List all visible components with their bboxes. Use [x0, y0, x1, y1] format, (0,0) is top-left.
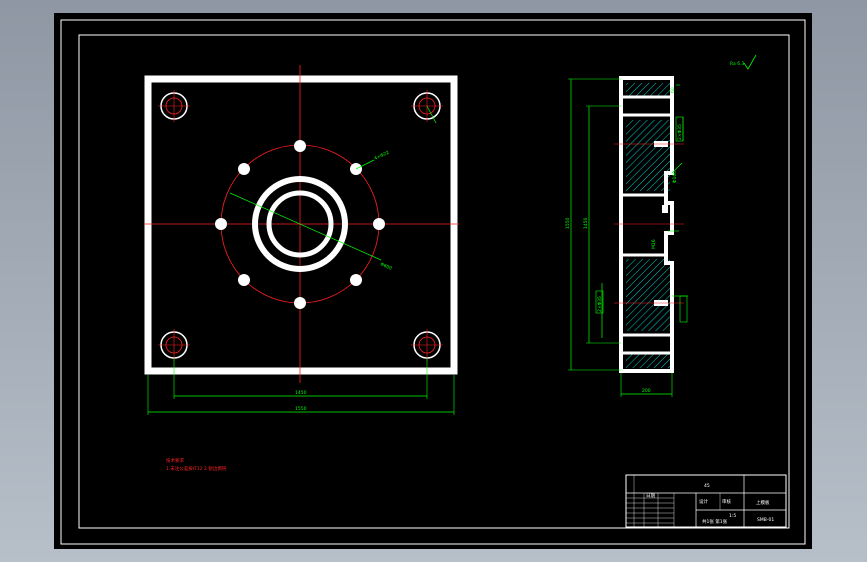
- notes-title: 技术要求: [166, 457, 184, 464]
- dim-counterbore-bottom: 2×Φ35: [597, 296, 603, 312]
- cad-drawing: Φ600 4×Φ22 1450 1550 1550 1450 2×Φ35 2×Φ…: [60, 19, 806, 545]
- corner-hole-br: [411, 329, 443, 361]
- bolt-hole: [350, 274, 362, 286]
- drawing-canvas[interactable]: Φ600 4×Φ22 1450 1550 1550 1450 2×Φ35 2×Φ…: [54, 13, 812, 549]
- tb-drawing-no: SMB-01: [757, 517, 774, 523]
- tb-part-name: 上模板: [756, 499, 770, 506]
- section-hatch: [626, 354, 670, 368]
- bolt-hole: [294, 297, 306, 309]
- notes-line1: 1.未注公差按IT12 2.锐边倒钝: [166, 465, 227, 472]
- dim-side-height-inner: 1450: [583, 217, 589, 229]
- bolt-hole: [238, 274, 250, 286]
- front-view: Φ600 4×Φ22 1450 1550: [144, 65, 459, 415]
- dim-side-mid: Φ160: [672, 171, 678, 183]
- bolt-hole: [238, 163, 250, 175]
- tb-designer: 设计: [699, 498, 708, 505]
- title-block[interactable]: 45 上模板 SMB-01 设计 审核 日期 1:5 共1张 第1张: [625, 474, 787, 528]
- tb-date: 日期: [646, 493, 655, 499]
- dim-front-inner-width: 1450: [295, 390, 307, 396]
- roughness-symbol: Ra 6.3: [730, 54, 757, 70]
- tb-sheet: 共1张 第1张: [702, 518, 728, 525]
- tb-checker: 审核: [722, 498, 731, 505]
- bolt-hole: [294, 140, 306, 152]
- bolt-hole: [373, 218, 385, 230]
- corner-hole-tl: [158, 90, 190, 122]
- section-hatch: [626, 120, 670, 191]
- bolt-hole: [215, 218, 227, 230]
- dim-side-small: 60: [670, 87, 676, 93]
- corner-hole-bl: [158, 329, 190, 361]
- section-hatch: [626, 259, 670, 331]
- side-view: 1550 1450 2×Φ35 2×Φ35 60 Φ160 M16 200: [565, 76, 688, 397]
- dim-counterbore-top: 2×Φ35: [677, 124, 683, 140]
- section-hatch: [626, 83, 670, 97]
- tb-material: 45: [704, 483, 710, 489]
- outer-frame: [60, 19, 806, 545]
- dim-side-step: M16: [651, 239, 657, 249]
- dim-hole: 4×Φ22: [373, 150, 390, 162]
- roughness-mark: Ra 6.3: [730, 61, 745, 67]
- inner-frame: [78, 34, 790, 529]
- dim-bolt-circle: Φ600: [379, 261, 393, 271]
- dim-front-outer-width: 1550: [295, 406, 307, 412]
- tb-scale: 1:5: [729, 513, 736, 519]
- dim-side-height-outer: 1550: [565, 217, 571, 229]
- plate-outline: [144, 75, 458, 375]
- dim-side-thickness: 200: [642, 388, 651, 394]
